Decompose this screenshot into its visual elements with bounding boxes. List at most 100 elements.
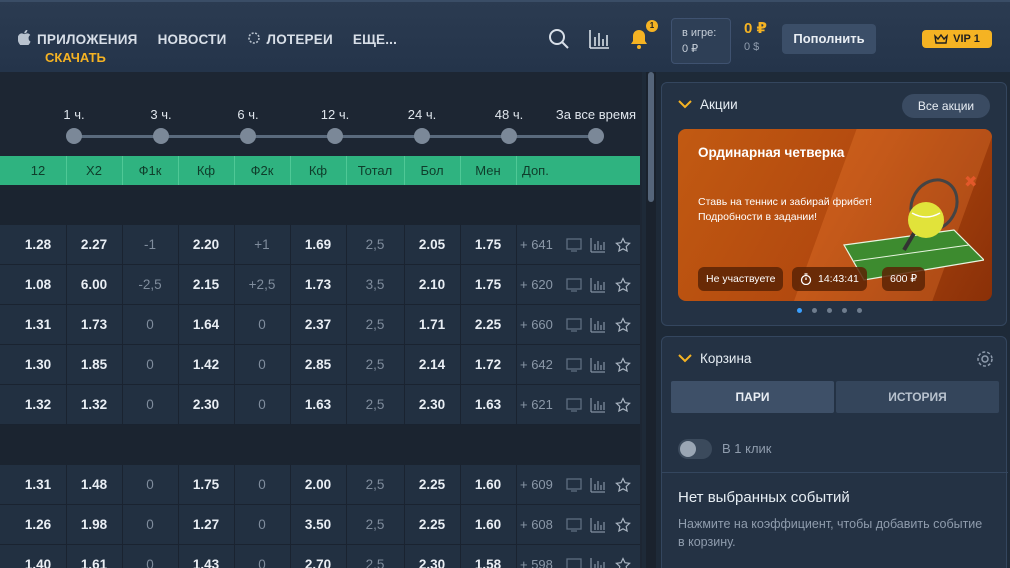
tv-icon[interactable] xyxy=(566,557,582,568)
odds-cell[interactable]: 2,5 xyxy=(346,345,404,384)
time-filter-label[interactable]: 1 ч. xyxy=(63,107,84,122)
more-markets-link[interactable]: + 598 xyxy=(520,545,570,568)
search-icon[interactable] xyxy=(548,28,570,50)
star-icon[interactable] xyxy=(615,237,631,253)
carousel-dot[interactable] xyxy=(812,308,817,313)
odds-cell[interactable]: 1.72 xyxy=(460,345,516,384)
odds-cell[interactable]: 1.28 xyxy=(10,225,66,264)
odds-cell[interactable]: 1.61 xyxy=(66,545,122,568)
one-click-toggle[interactable] xyxy=(678,439,712,459)
time-filter-label[interactable]: 12 ч. xyxy=(321,107,349,122)
odds-cell[interactable]: 1.26 xyxy=(10,505,66,544)
odds-cell[interactable]: -2,5 xyxy=(122,265,178,304)
odds-cell[interactable]: 1.75 xyxy=(460,225,516,264)
odds-cell[interactable]: 2,5 xyxy=(346,505,404,544)
odds-cell[interactable]: 1.60 xyxy=(460,505,516,544)
odds-cell[interactable]: 2.25 xyxy=(404,465,460,504)
more-markets-link[interactable]: + 660 xyxy=(520,305,570,344)
odds-cell[interactable]: 0 xyxy=(122,545,178,568)
more-markets-link[interactable]: + 621 xyxy=(520,385,570,424)
odds-cell[interactable]: 2.10 xyxy=(404,265,460,304)
odds-cell[interactable]: 0 xyxy=(122,385,178,424)
odds-cell[interactable]: 0 xyxy=(122,345,178,384)
scrollbar-thumb[interactable] xyxy=(648,72,654,202)
odds-cell[interactable]: 6.00 xyxy=(66,265,122,304)
download-link[interactable]: СКАЧАТЬ xyxy=(45,50,106,65)
odds-cell[interactable]: 1.71 xyxy=(404,305,460,344)
time-filter-label[interactable]: 48 ч. xyxy=(495,107,523,122)
odds-cell[interactable]: -1 xyxy=(122,225,178,264)
stats-icon[interactable] xyxy=(590,557,606,568)
tv-icon[interactable] xyxy=(566,317,582,333)
star-icon[interactable] xyxy=(615,317,631,333)
odds-cell[interactable]: 2,5 xyxy=(346,385,404,424)
stats-icon[interactable] xyxy=(590,317,606,333)
odds-cell[interactable]: 0 xyxy=(234,465,290,504)
time-filter-dot[interactable] xyxy=(588,128,604,144)
time-filter-dot[interactable] xyxy=(240,128,256,144)
odds-cell[interactable]: 1.63 xyxy=(290,385,346,424)
odds-cell[interactable]: 2.15 xyxy=(178,265,234,304)
time-filter-dot[interactable] xyxy=(153,128,169,144)
tv-icon[interactable] xyxy=(566,237,582,253)
odds-cell[interactable]: 3.50 xyxy=(290,505,346,544)
odds-cell[interactable]: 0 xyxy=(122,465,178,504)
odds-cell[interactable]: 1.73 xyxy=(290,265,346,304)
odds-cell[interactable]: 2.30 xyxy=(404,385,460,424)
odds-cell[interactable]: 1.75 xyxy=(460,265,516,304)
star-icon[interactable] xyxy=(615,557,631,568)
tv-icon[interactable] xyxy=(566,517,582,533)
odds-cell[interactable]: 1.64 xyxy=(178,305,234,344)
odds-cell[interactable]: 1.73 xyxy=(66,305,122,344)
odds-cell[interactable]: 1.32 xyxy=(66,385,122,424)
odds-cell[interactable]: 2.05 xyxy=(404,225,460,264)
time-filter-label[interactable]: 3 ч. xyxy=(150,107,171,122)
carousel-dot[interactable] xyxy=(827,308,832,313)
star-icon[interactable] xyxy=(615,397,631,413)
stats-icon[interactable] xyxy=(590,517,606,533)
odds-cell[interactable]: 2.00 xyxy=(290,465,346,504)
all-promos-button[interactable]: Все акции xyxy=(902,94,990,118)
odds-cell[interactable]: 2.37 xyxy=(290,305,346,344)
odds-cell[interactable]: 1.85 xyxy=(66,345,122,384)
odds-cell[interactable]: 1.63 xyxy=(460,385,516,424)
odds-cell[interactable]: 0 xyxy=(234,505,290,544)
odds-cell[interactable]: 2,5 xyxy=(346,465,404,504)
odds-cell[interactable]: 0 xyxy=(122,505,178,544)
odds-cell[interactable]: 0 xyxy=(234,305,290,344)
odds-cell[interactable]: 2,5 xyxy=(346,545,404,568)
odds-cell[interactable]: 1.32 xyxy=(10,385,66,424)
promo-banner[interactable]: Ординарная четверка Ставь на теннис и за… xyxy=(678,129,992,301)
odds-cell[interactable]: 1.58 xyxy=(460,545,516,568)
odds-cell[interactable]: 2.14 xyxy=(404,345,460,384)
odds-cell[interactable]: 2.25 xyxy=(404,505,460,544)
time-filter-dot[interactable] xyxy=(327,128,343,144)
odds-cell[interactable]: 1.69 xyxy=(290,225,346,264)
star-icon[interactable] xyxy=(615,477,631,493)
nav-lottery[interactable]: ЛОТЕРЕИ xyxy=(247,31,333,48)
gear-icon[interactable] xyxy=(976,350,994,368)
tv-icon[interactable] xyxy=(566,277,582,293)
odds-cell[interactable]: 1.98 xyxy=(66,505,122,544)
carousel-dot[interactable] xyxy=(842,308,847,313)
odds-cell[interactable]: 1.75 xyxy=(178,465,234,504)
nav-news[interactable]: НОВОСТИ xyxy=(158,32,227,47)
time-filter-label[interactable]: 6 ч. xyxy=(237,107,258,122)
carousel-dot[interactable] xyxy=(857,308,862,313)
more-markets-link[interactable]: + 641 xyxy=(520,225,570,264)
topup-button[interactable]: Пополнить xyxy=(782,24,876,54)
stats-icon[interactable] xyxy=(590,237,606,253)
more-markets-link[interactable]: + 642 xyxy=(520,345,570,384)
odds-cell[interactable]: 1.30 xyxy=(10,345,66,384)
odds-cell[interactable]: 2.30 xyxy=(178,385,234,424)
time-filter-label[interactable]: За все время xyxy=(556,107,636,122)
more-markets-link[interactable]: + 620 xyxy=(520,265,570,304)
odds-cell[interactable]: 1.42 xyxy=(178,345,234,384)
odds-cell[interactable]: 1.31 xyxy=(10,305,66,344)
odds-cell[interactable]: 1.27 xyxy=(178,505,234,544)
odds-cell[interactable]: 1.08 xyxy=(10,265,66,304)
odds-cell[interactable]: 2,5 xyxy=(346,305,404,344)
star-icon[interactable] xyxy=(615,517,631,533)
odds-cell[interactable]: 1.43 xyxy=(178,545,234,568)
nav-apps[interactable]: ПРИЛОЖЕНИЯ xyxy=(17,29,138,48)
